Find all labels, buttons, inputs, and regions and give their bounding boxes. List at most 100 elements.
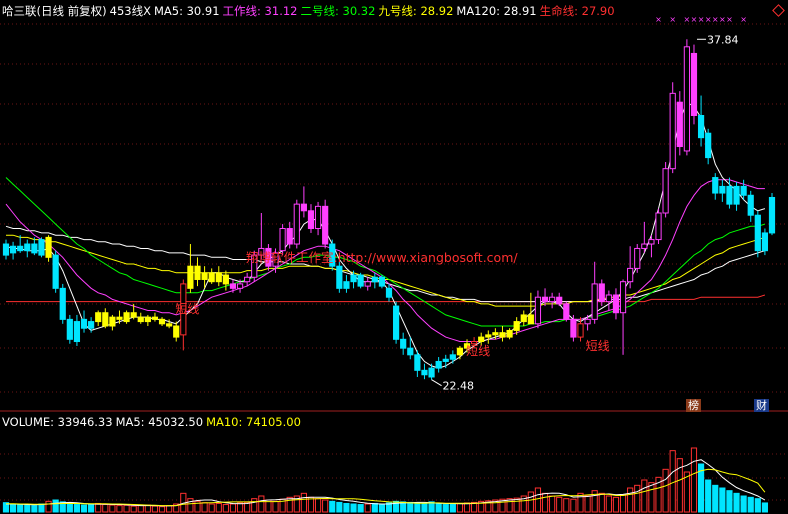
volume-bar[interactable] — [541, 492, 549, 513]
candle[interactable] — [527, 292, 534, 325]
volume-bar[interactable] — [556, 496, 563, 513]
volume-bar[interactable] — [80, 504, 88, 513]
candle[interactable] — [194, 257, 201, 287]
volume-bar[interactable] — [712, 484, 719, 513]
volume-value[interactable]: VOLUME: 33946.33 — [2, 415, 113, 429]
volume-bar[interactable] — [456, 502, 464, 513]
candle[interactable] — [733, 181, 740, 211]
volume-bar[interactable] — [73, 504, 81, 513]
volume-bar[interactable] — [208, 503, 215, 513]
volume-bar[interactable] — [130, 505, 137, 513]
volume-bars[interactable] — [2, 447, 769, 513]
volume-bar[interactable] — [343, 502, 350, 513]
volume-bar[interactable] — [52, 499, 59, 513]
candle[interactable] — [761, 228, 769, 256]
volume-bar[interactable] — [364, 503, 371, 513]
volume-bar[interactable] — [357, 504, 364, 513]
volume-bar[interactable] — [726, 490, 733, 513]
volume-bar[interactable] — [641, 479, 648, 513]
candle[interactable] — [59, 283, 66, 324]
candle[interactable] — [158, 317, 166, 327]
candle[interactable] — [619, 279, 627, 355]
volume-bar[interactable] — [251, 498, 258, 513]
candle[interactable] — [563, 301, 570, 322]
candle[interactable] — [2, 239, 10, 260]
candle[interactable] — [222, 270, 229, 291]
volume-bar[interactable] — [201, 502, 208, 513]
candle[interactable] — [641, 221, 648, 253]
candle[interactable] — [534, 290, 542, 329]
volume-bar[interactable] — [9, 503, 17, 513]
candle[interactable] — [449, 350, 456, 364]
candle[interactable] — [747, 190, 754, 222]
candle[interactable] — [570, 314, 577, 342]
candle[interactable] — [768, 193, 776, 236]
candle[interactable] — [109, 314, 116, 331]
candle[interactable] — [187, 244, 194, 293]
candle[interactable] — [151, 312, 159, 322]
volume-bar[interactable] — [627, 487, 634, 513]
volume-bar[interactable] — [371, 502, 378, 513]
volume-bar[interactable] — [300, 492, 307, 513]
candle[interactable] — [697, 95, 705, 147]
stock-chart[interactable]: × × × × × × × × × × 37.8422.48短线短线 短线翔博软件工作室:http:… — [0, 0, 788, 514]
candle[interactable] — [137, 312, 144, 324]
candle[interactable] — [634, 244, 641, 273]
candle[interactable] — [705, 128, 712, 165]
volume-bar[interactable] — [563, 498, 570, 513]
volume-bar[interactable] — [229, 503, 237, 513]
candle[interactable] — [300, 186, 307, 218]
volume-bar[interactable] — [407, 501, 414, 513]
candle[interactable] — [690, 44, 698, 125]
candle[interactable] — [414, 350, 421, 377]
candle[interactable] — [669, 82, 676, 174]
volume-bar[interactable] — [151, 505, 159, 513]
volume-bar[interactable] — [236, 502, 244, 513]
candle[interactable] — [683, 39, 690, 156]
volume-bar[interactable] — [463, 502, 471, 513]
volume-bar[interactable] — [286, 496, 293, 513]
candle[interactable] — [123, 310, 130, 324]
candle[interactable] — [549, 292, 556, 309]
volume-bar[interactable] — [158, 506, 166, 513]
candle[interactable] — [144, 314, 151, 327]
volume-bar[interactable] — [577, 492, 584, 513]
volume-bar[interactable] — [144, 504, 151, 513]
volume-bar[interactable] — [421, 502, 428, 513]
volume-bar[interactable] — [31, 505, 38, 513]
candle[interactable] — [400, 332, 407, 355]
volume-bar[interactable] — [38, 503, 45, 513]
candle[interactable] — [612, 288, 620, 320]
volume-bar[interactable] — [258, 495, 265, 513]
candle[interactable] — [662, 162, 669, 218]
candle[interactable] — [719, 179, 726, 202]
volume-bar[interactable] — [754, 498, 761, 513]
volume-bar[interactable] — [307, 496, 315, 513]
candle[interactable] — [173, 321, 180, 342]
candle[interactable] — [343, 275, 350, 293]
volume-bar[interactable] — [690, 447, 698, 513]
candle[interactable] — [485, 330, 492, 344]
volume-bar[interactable] — [314, 498, 322, 513]
volume-bar[interactable] — [662, 468, 669, 513]
candle[interactable] — [655, 208, 662, 245]
candle[interactable] — [307, 204, 315, 233]
volume-bar[interactable] — [272, 500, 279, 513]
volume-bar[interactable] — [109, 504, 116, 513]
candle[interactable] — [244, 272, 251, 287]
candle[interactable] — [520, 310, 527, 327]
candle[interactable] — [80, 310, 88, 333]
volume-bar[interactable] — [549, 495, 556, 513]
candle[interactable] — [754, 210, 761, 258]
candle[interactable] — [506, 328, 513, 340]
volume-bar[interactable] — [598, 492, 605, 513]
volume-bar[interactable] — [45, 500, 52, 513]
candle[interactable] — [24, 239, 31, 258]
candle[interactable] — [385, 283, 393, 302]
volume-bar[interactable] — [24, 504, 31, 513]
volume-bar[interactable] — [123, 504, 130, 513]
volume-bar[interactable] — [66, 502, 73, 513]
candle[interactable] — [364, 277, 371, 291]
candle[interactable] — [286, 221, 293, 249]
candle[interactable] — [627, 246, 634, 289]
